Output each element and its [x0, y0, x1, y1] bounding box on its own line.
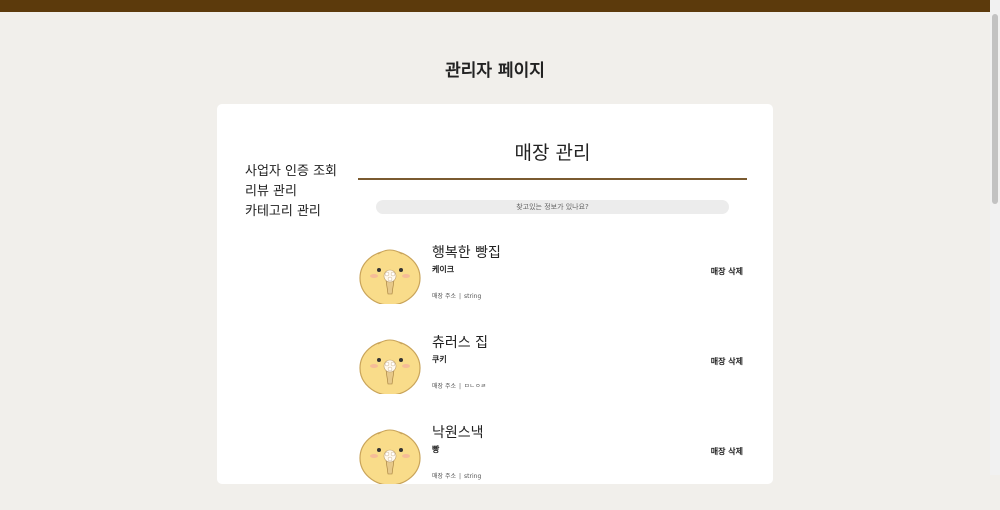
admin-card: 사업자 인증 조회 리뷰 관리 카테고리 관리 매장 관리 찾고있는 정보가 있… — [217, 104, 773, 484]
sidebar-item-category-management[interactable]: 카테고리 관리 — [245, 202, 337, 222]
top-bar — [0, 0, 990, 12]
chick-thumbnail-icon — [359, 339, 421, 394]
address-separator: | — [459, 293, 462, 300]
store-address: 매장 주소 | ㅁㄴㅇㄹ — [432, 381, 486, 390]
store-name: 행복한 빵집 — [432, 245, 501, 261]
store-address-label: 매장 주소 — [432, 383, 456, 390]
store-item: 낙원스낵 빵 매장 주소 | string 매장 삭제 — [358, 420, 747, 510]
sidebar-item-business-verification[interactable]: 사업자 인증 조회 — [245, 162, 337, 182]
store-address-value: string — [464, 293, 482, 300]
store-item: 츄러스 집 쿠키 매장 주소 | ㅁㄴㅇㄹ 매장 삭제 — [358, 330, 747, 420]
store-address-label: 매장 주소 — [432, 293, 456, 300]
store-category: 케이크 — [432, 265, 455, 274]
section-title: 매장 관리 — [358, 140, 747, 180]
store-address-value: string — [464, 473, 482, 480]
store-name: 낙원스낵 — [432, 425, 484, 441]
store-address: 매장 주소 | string — [432, 471, 481, 480]
search-input[interactable] — [376, 200, 729, 214]
scrollbar-thumb[interactable] — [992, 14, 998, 204]
address-separator: | — [459, 473, 462, 480]
store-category: 쿠키 — [432, 355, 447, 364]
page-title: 관리자 페이지 — [445, 61, 545, 81]
store-list: 행복한 빵집 케이크 매장 주소 | string 매장 삭제 츄러스 집 쿠키… — [358, 240, 747, 510]
store-name: 츄러스 집 — [432, 335, 488, 351]
sidebar: 사업자 인증 조회 리뷰 관리 카테고리 관리 — [245, 162, 337, 222]
chick-thumbnail-icon — [359, 429, 421, 484]
store-management-panel: 매장 관리 행복한 빵집 케이크 — [358, 140, 747, 484]
store-address-label: 매장 주소 — [432, 473, 456, 480]
chick-thumbnail-icon — [359, 249, 421, 304]
delete-store-button[interactable]: 매장 삭제 — [711, 356, 743, 367]
delete-store-button[interactable]: 매장 삭제 — [711, 446, 743, 457]
store-address-value: ㅁㄴㅇㄹ — [464, 383, 487, 390]
address-separator: | — [459, 383, 462, 390]
delete-store-button[interactable]: 매장 삭제 — [711, 266, 743, 277]
store-item: 행복한 빵집 케이크 매장 주소 | string 매장 삭제 — [358, 240, 747, 330]
sidebar-item-review-management[interactable]: 리뷰 관리 — [245, 182, 337, 202]
scrollbar[interactable] — [990, 0, 1000, 475]
store-address: 매장 주소 | string — [432, 291, 481, 300]
store-category: 빵 — [432, 445, 440, 454]
